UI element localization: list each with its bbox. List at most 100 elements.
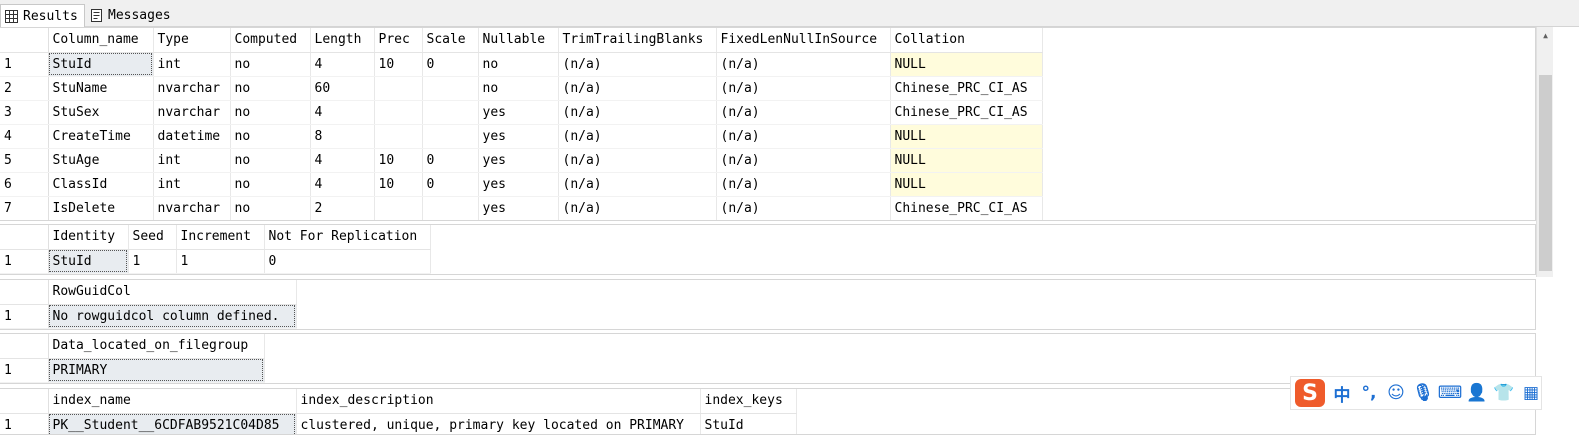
grid-cell[interactable]: 10 xyxy=(374,52,423,77)
table-row[interactable]: 1 PK__Student__6CDFAB9521C04D85 clustered,… xyxy=(0,413,797,434)
grid-cell[interactable]: Chinese_PRC_CI_AS xyxy=(890,76,1043,101)
grid-cell[interactable]: (n/a) xyxy=(716,76,891,101)
grid-cell[interactable]: nvarchar xyxy=(153,196,231,220)
grid-cell[interactable]: 60 xyxy=(310,76,375,101)
grid-cell[interactable]: no xyxy=(478,52,559,77)
grid-cell[interactable]: no xyxy=(230,100,311,125)
grid-cell[interactable]: (n/a) xyxy=(716,148,891,173)
grid-cell[interactable]: 0 xyxy=(422,52,479,77)
row-header-corner[interactable] xyxy=(0,225,49,250)
grid-cell[interactable]: NULL xyxy=(890,52,1043,77)
columns-result-grid[interactable]: Column_name Type Computed Length Prec Scale Nu… xyxy=(0,27,1536,221)
row-number[interactable]: 1 xyxy=(0,52,49,77)
grid-cell[interactable]: yes xyxy=(478,100,559,125)
identity-result-grid[interactable]: Identity Seed Increment Not For Replication… xyxy=(0,224,1536,275)
column-header[interactable]: RowGuidCol xyxy=(48,280,297,305)
grid-cell[interactable]: ClassId xyxy=(48,172,154,197)
column-header[interactable]: index_keys xyxy=(700,389,797,414)
microphone-icon[interactable]: 🎙 xyxy=(1412,382,1434,404)
grid-cell[interactable] xyxy=(422,124,479,149)
skin-icon[interactable]: 👕 xyxy=(1493,382,1514,404)
grid-cell[interactable]: int xyxy=(153,52,231,77)
grid-cell[interactable]: 10 xyxy=(374,172,423,197)
grid-cell[interactable]: (n/a) xyxy=(558,52,717,77)
grid-cell[interactable]: int xyxy=(153,148,231,173)
row-number[interactable]: 1 xyxy=(0,413,49,434)
grid-cell[interactable]: (n/a) xyxy=(716,52,891,77)
grid-cell[interactable]: 4 xyxy=(310,52,375,77)
emoji-icon[interactable]: ☺ xyxy=(1386,382,1406,404)
table-row[interactable]: 6 ClassId int no 4 10 0 yes (n/a) (n/a) NULL xyxy=(0,172,1043,197)
row-header-corner[interactable] xyxy=(0,280,49,305)
grid-cell[interactable]: NULL xyxy=(890,124,1043,149)
column-header[interactable]: Computed xyxy=(230,28,311,53)
table-row[interactable]: 1 PRIMARY xyxy=(0,358,265,383)
column-header[interactable]: FixedLenNullInSource xyxy=(716,28,891,53)
row-number[interactable]: 1 xyxy=(0,358,49,383)
grid-cell[interactable]: yes xyxy=(478,148,559,173)
grid-cell[interactable]: nvarchar xyxy=(153,76,231,101)
grid-cell[interactable]: no xyxy=(230,124,311,149)
row-number[interactable]: 1 xyxy=(0,249,49,274)
row-header-corner[interactable] xyxy=(0,389,49,414)
grid-cell[interactable]: No rowguidcol column defined. xyxy=(48,304,297,329)
grid-cell[interactable]: 10 xyxy=(374,148,423,173)
grid-cell[interactable] xyxy=(374,124,423,149)
table-row[interactable]: 4 CreateTime datetime no 8 yes (n/a) (n/a) NULL xyxy=(0,124,1043,149)
column-header[interactable]: Length xyxy=(310,28,375,53)
grid-cell[interactable]: no xyxy=(478,76,559,101)
grid-cell[interactable]: int xyxy=(153,172,231,197)
grid-cell[interactable]: no xyxy=(230,196,311,220)
grid-cell[interactable]: 1 xyxy=(128,249,177,274)
row-number[interactable]: 5 xyxy=(0,148,49,173)
punctuation-icon[interactable]: °, xyxy=(1359,382,1379,404)
column-header[interactable]: Type xyxy=(153,28,231,53)
row-number[interactable]: 7 xyxy=(0,196,49,220)
grid-cell[interactable] xyxy=(422,100,479,125)
grid-cell[interactable]: StuSex xyxy=(48,100,154,125)
grid-cell[interactable]: (n/a) xyxy=(716,172,891,197)
column-header[interactable]: Nullable xyxy=(478,28,559,53)
grid-cell[interactable]: (n/a) xyxy=(558,124,717,149)
grid-cell[interactable]: StuAge xyxy=(48,148,154,173)
grid-cell[interactable]: (n/a) xyxy=(716,124,891,149)
grid-cell[interactable]: (n/a) xyxy=(558,76,717,101)
table-row[interactable]: 5 StuAge int no 4 10 0 yes (n/a) (n/a) NULL xyxy=(0,148,1043,173)
row-number[interactable]: 6 xyxy=(0,172,49,197)
grid-cell[interactable]: 1 xyxy=(176,249,265,274)
grid-cell[interactable]: no xyxy=(230,52,311,77)
grid-cell[interactable]: datetime xyxy=(153,124,231,149)
column-header[interactable]: TrimTrailingBlanks xyxy=(558,28,717,53)
tab-results[interactable]: Results xyxy=(0,4,85,28)
grid-cell[interactable]: 0 xyxy=(422,172,479,197)
grid-cell[interactable] xyxy=(374,100,423,125)
table-row[interactable]: 1 StuId 1 1 0 xyxy=(0,249,431,274)
column-header[interactable]: Column_name xyxy=(48,28,154,53)
scroll-up-arrow-icon[interactable]: ▲ xyxy=(1537,27,1554,44)
column-header[interactable]: index_name xyxy=(48,389,297,414)
sogou-logo-icon[interactable]: S xyxy=(1295,379,1325,407)
column-header[interactable]: Collation xyxy=(890,28,1043,53)
row-header-corner[interactable] xyxy=(0,28,49,53)
grid-cell[interactable]: StuId xyxy=(48,52,154,77)
table-row[interactable]: 3 StuSex nvarchar no 4 yes (n/a) (n/a) Chinese_P… xyxy=(0,100,1043,125)
grid-cell[interactable]: 4 xyxy=(310,100,375,125)
grid-cell[interactable]: 2 xyxy=(310,196,375,220)
grid-cell[interactable]: no xyxy=(230,76,311,101)
grid-cell[interactable]: NULL xyxy=(890,148,1043,173)
vertical-scrollbar[interactable]: ▲ xyxy=(1536,27,1553,277)
column-header[interactable]: Prec xyxy=(374,28,423,53)
row-number[interactable]: 1 xyxy=(0,304,49,329)
table-row[interactable]: 1 No rowguidcol column defined. xyxy=(0,304,297,329)
grid-cell[interactable]: (n/a) xyxy=(716,100,891,125)
grid-cell[interactable]: 0 xyxy=(422,148,479,173)
grid-cell[interactable] xyxy=(374,76,423,101)
row-number[interactable]: 2 xyxy=(0,76,49,101)
column-header[interactable]: Increment xyxy=(176,225,265,250)
table-row[interactable]: 7 IsDelete nvarchar no 2 yes (n/a) (n/a) Chinese… xyxy=(0,196,1043,220)
grid-cell[interactable]: StuName xyxy=(48,76,154,101)
grid-cell[interactable]: 4 xyxy=(310,172,375,197)
grid-cell[interactable]: PK__Student__6CDFAB9521C04D85 xyxy=(48,413,297,434)
grid-cell[interactable]: clustered, unique, primary key located o… xyxy=(296,413,701,434)
grid-cell[interactable]: StuId xyxy=(700,413,797,434)
